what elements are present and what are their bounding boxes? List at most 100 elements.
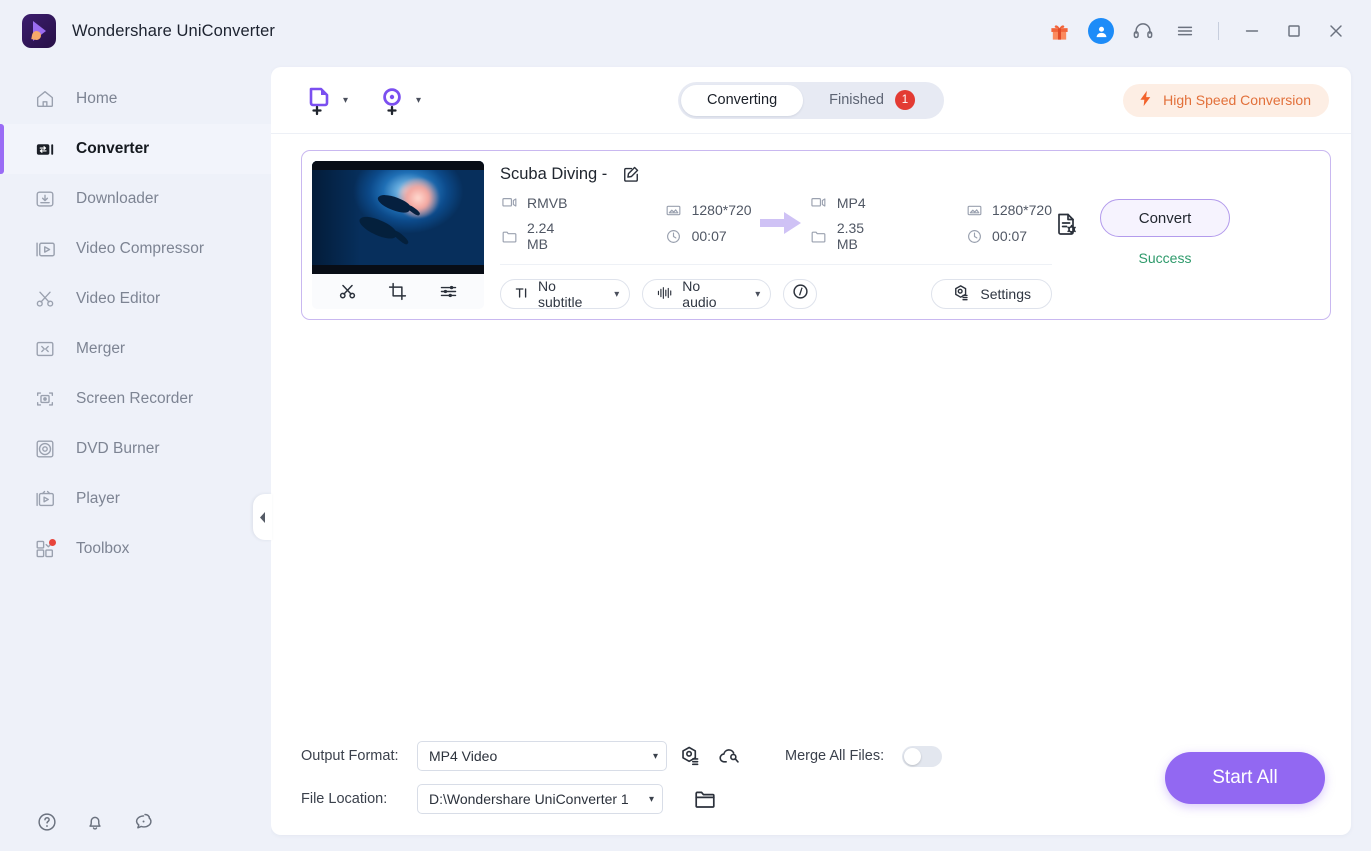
file-size-icon bbox=[500, 228, 518, 245]
edit-pencil-icon[interactable] bbox=[621, 164, 641, 184]
tab-label: Converting bbox=[707, 92, 778, 108]
tab-label: Finished bbox=[829, 92, 884, 108]
sidebar-item-screen-recorder[interactable]: Screen Recorder bbox=[0, 374, 271, 424]
sidebar-item-player[interactable]: Player bbox=[0, 474, 271, 524]
toolbox-icon bbox=[33, 537, 57, 561]
video-format-icon bbox=[810, 194, 828, 211]
trim-scissors-icon[interactable] bbox=[337, 281, 358, 302]
disc-icon bbox=[33, 437, 57, 461]
format-settings-icon[interactable] bbox=[675, 745, 706, 768]
info-button[interactable] bbox=[783, 279, 818, 309]
compressor-icon bbox=[33, 237, 57, 261]
scissors-icon bbox=[33, 287, 57, 311]
sidebar-footer bbox=[0, 793, 271, 851]
title-bar-actions bbox=[1040, 14, 1355, 48]
target-res-col: 1280*720 00:07 bbox=[965, 202, 1052, 245]
sidebar-item-merger[interactable]: Merger bbox=[0, 324, 271, 374]
subtitle-select[interactable]: No subtitle ▾ bbox=[500, 278, 631, 310]
thumbnail-tools bbox=[312, 274, 484, 309]
convert-button[interactable]: Convert bbox=[1100, 199, 1230, 237]
video-thumbnail[interactable] bbox=[312, 161, 484, 274]
sidebar-label: Converter bbox=[76, 140, 150, 157]
add-dvd-icon bbox=[383, 88, 401, 116]
feedback-icon[interactable] bbox=[132, 811, 154, 833]
maximize-icon[interactable] bbox=[1275, 14, 1313, 48]
application-window: Wondershare UniConverter Home Converter … bbox=[0, 0, 1371, 851]
source-res-col: 1280*720 00:07 bbox=[665, 202, 752, 245]
close-icon[interactable] bbox=[1317, 14, 1355, 48]
sidebar-label: Video Editor bbox=[76, 290, 161, 307]
status-tabs: Converting Finished 1 bbox=[678, 81, 944, 119]
sidebar-item-home[interactable]: Home bbox=[0, 74, 271, 124]
sidebar-item-video-compressor[interactable]: Video Compressor bbox=[0, 224, 271, 274]
source-resolution: 1280*720 bbox=[665, 202, 752, 219]
target-size-value: 2.35 MB bbox=[836, 220, 865, 252]
merge-all-files-toggle[interactable] bbox=[902, 745, 943, 767]
high-speed-conversion-button[interactable]: High Speed Conversion bbox=[1123, 83, 1329, 117]
collapse-sidebar-button[interactable] bbox=[253, 494, 272, 540]
resolution-icon bbox=[665, 202, 683, 219]
output-format-select[interactable]: MP4 Video ▾ bbox=[417, 741, 667, 771]
chevron-down-icon: ▾ bbox=[755, 288, 761, 300]
output-format-value: MP4 Video bbox=[429, 748, 498, 764]
source-format-value: RMVB bbox=[527, 194, 568, 211]
headset-icon[interactable] bbox=[1124, 14, 1162, 48]
tab-converting[interactable]: Converting bbox=[681, 84, 804, 116]
toolbox-new-badge bbox=[49, 539, 56, 546]
file-info: Scuba Diving - RMVB 2.24 MB 1280*720 00:… bbox=[484, 161, 1052, 310]
convert-arrow-icon bbox=[752, 209, 810, 237]
chevron-down-icon: ▾ bbox=[652, 750, 658, 762]
subtitle-value: No subtitle bbox=[538, 278, 583, 310]
source-duration: 00:07 bbox=[665, 228, 752, 245]
sidebar-label: Home bbox=[76, 90, 118, 107]
file-settings-icon[interactable] bbox=[1052, 199, 1082, 239]
effect-sliders-icon[interactable] bbox=[438, 281, 459, 302]
file-card[interactable]: Scuba Diving - RMVB 2.24 MB 1280*720 00:… bbox=[301, 150, 1331, 320]
open-folder-icon[interactable] bbox=[689, 787, 721, 811]
file-location-select[interactable]: D:\Wondershare UniConverter 1 ▾ bbox=[417, 784, 663, 814]
source-duration-value: 00:07 bbox=[691, 228, 727, 244]
source-format-col: RMVB 2.24 MB bbox=[500, 194, 574, 252]
app-body: Home Converter Downloader Video Compress… bbox=[0, 62, 1371, 851]
status-badge: Success bbox=[1138, 250, 1192, 266]
file-size-icon bbox=[810, 228, 828, 245]
account-icon[interactable] bbox=[1082, 14, 1120, 48]
crop-icon[interactable] bbox=[387, 281, 408, 302]
sidebar-label: Toolbox bbox=[76, 540, 130, 557]
add-file-icon bbox=[309, 87, 329, 116]
add-files-button[interactable]: ▾ bbox=[301, 82, 348, 118]
help-icon[interactable] bbox=[36, 811, 58, 833]
audio-value: No audio bbox=[682, 278, 717, 310]
source-size: 2.24 MB bbox=[500, 220, 574, 252]
sidebar-item-converter[interactable]: Converter bbox=[0, 124, 271, 174]
bell-icon[interactable] bbox=[84, 811, 106, 833]
file-location-label: File Location: bbox=[301, 791, 388, 807]
chevron-down-icon: ▾ bbox=[648, 793, 654, 805]
download-icon bbox=[33, 187, 57, 211]
target-format-value: MP4 bbox=[836, 194, 866, 211]
sidebar-item-toolbox[interactable]: Toolbox bbox=[0, 524, 271, 574]
minimize-icon[interactable] bbox=[1233, 14, 1271, 48]
start-all-button[interactable]: Start All bbox=[1165, 751, 1325, 804]
player-icon bbox=[33, 487, 57, 511]
add-dvd-button[interactable]: ▾ bbox=[374, 82, 421, 118]
audio-wave-icon bbox=[656, 285, 674, 304]
gift-icon[interactable] bbox=[1040, 14, 1078, 48]
app-brand: Wondershare UniConverter bbox=[22, 14, 275, 48]
file-metadata: RMVB 2.24 MB 1280*720 00:07 MP4 2.35 MB … bbox=[500, 194, 1052, 265]
sidebar-item-downloader[interactable]: Downloader bbox=[0, 174, 271, 224]
file-title: Scuba Diving - bbox=[500, 164, 608, 183]
tab-finished[interactable]: Finished 1 bbox=[803, 85, 941, 116]
chevron-down-icon: ▾ bbox=[614, 288, 620, 300]
sidebar-item-dvd-burner[interactable]: DVD Burner bbox=[0, 424, 271, 474]
hamburger-menu-icon[interactable] bbox=[1166, 14, 1204, 48]
convert-area: Convert Success bbox=[1100, 199, 1230, 266]
audio-select[interactable]: No audio ▾ bbox=[642, 278, 772, 310]
source-size-value: 2.24 MB bbox=[527, 220, 555, 252]
sidebar-item-video-editor[interactable]: Video Editor bbox=[0, 274, 271, 324]
home-icon bbox=[33, 87, 57, 111]
cloud-convert-icon[interactable] bbox=[714, 745, 745, 768]
clock-icon bbox=[965, 228, 983, 245]
app-title: Wondershare UniConverter bbox=[72, 21, 275, 40]
settings-button[interactable]: Settings bbox=[931, 279, 1052, 309]
